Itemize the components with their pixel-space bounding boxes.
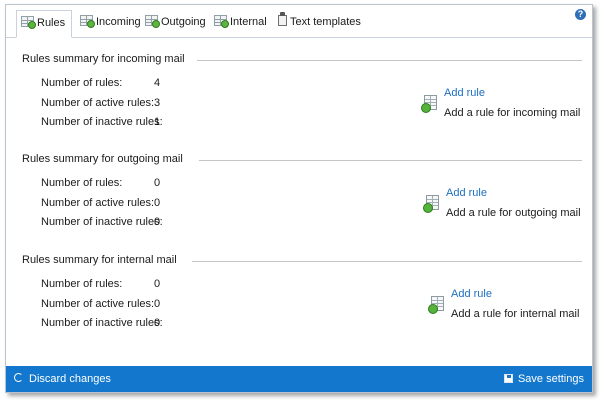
section-title-incoming: Rules summary for incoming mail xyxy=(22,53,185,65)
text-templates-icon xyxy=(278,12,287,26)
add-rule-icon[interactable] xyxy=(423,195,439,213)
internal-icon xyxy=(214,15,229,28)
undo-icon xyxy=(14,373,23,382)
stat-value: 0 xyxy=(154,278,161,290)
save-settings-label: Save settings xyxy=(517,373,584,385)
incoming-icon xyxy=(80,15,95,28)
tab-incoming-label: Incoming xyxy=(96,16,141,28)
rules-settings-window: Rules Incoming Outgoing Internal Text te… xyxy=(5,4,593,393)
add-rule-incoming-link[interactable]: Add rule xyxy=(444,87,485,99)
tab-bar: Rules Incoming Outgoing Internal Text te… xyxy=(6,5,592,38)
save-icon xyxy=(503,374,513,383)
tab-incoming[interactable]: Incoming xyxy=(76,10,147,36)
rules-icon xyxy=(21,16,36,29)
stat-value: 0 xyxy=(154,197,161,209)
stat-value: 1 xyxy=(154,116,161,128)
section-divider xyxy=(192,261,582,262)
stat-label: Number of active rules: xyxy=(41,197,155,209)
section-title-outgoing: Rules summary for outgoing mail xyxy=(22,153,183,165)
stat-label: Number of active rules: xyxy=(41,298,155,310)
add-rule-internal-description: Add a rule for internal mail xyxy=(451,308,580,320)
section-title-internal: Rules summary for internal mail xyxy=(22,254,177,266)
discard-changes-label: Discard changes xyxy=(29,373,111,385)
section-divider xyxy=(199,160,582,161)
tab-rules-label: Rules xyxy=(37,17,66,29)
stat-value: 0 xyxy=(154,177,161,189)
add-rule-icon[interactable] xyxy=(421,95,437,113)
stat-label: Number of rules: xyxy=(41,177,123,189)
stat-label: Number of inactive rules: xyxy=(41,116,163,128)
stat-value: 3 xyxy=(154,97,161,109)
stat-value: 4 xyxy=(154,77,161,89)
stat-value: 0 xyxy=(154,216,161,228)
add-rule-outgoing-link[interactable]: Add rule xyxy=(446,187,487,199)
add-rule-outgoing-description: Add a rule for outgoing mail xyxy=(446,207,581,219)
footer-bar: Discard changes Save settings xyxy=(6,366,592,392)
stat-label: Number of inactive rules: xyxy=(41,216,163,228)
save-settings-button[interactable]: Save settings xyxy=(503,366,584,392)
tab-internal[interactable]: Internal xyxy=(210,10,273,36)
stat-value: 0 xyxy=(154,317,161,329)
add-rule-internal-link[interactable]: Add rule xyxy=(451,288,492,300)
tab-internal-label: Internal xyxy=(230,16,267,28)
add-rule-icon[interactable] xyxy=(428,296,444,314)
discard-changes-button[interactable]: Discard changes xyxy=(14,366,111,392)
stat-label: Number of active rules: xyxy=(41,97,155,109)
section-divider xyxy=(197,60,582,61)
stat-label: Number of rules: xyxy=(41,77,123,89)
help-icon[interactable]: ? xyxy=(575,9,586,20)
outgoing-icon xyxy=(145,15,160,28)
tab-rules[interactable]: Rules xyxy=(16,10,73,38)
stat-value: 0 xyxy=(154,298,161,310)
tab-outgoing-label: Outgoing xyxy=(161,16,206,28)
tab-text-templates[interactable]: Text templates xyxy=(274,10,367,36)
stat-label: Number of inactive rules: xyxy=(41,317,163,329)
tab-outgoing[interactable]: Outgoing xyxy=(141,10,212,36)
stat-label: Number of rules: xyxy=(41,278,123,290)
tab-text-templates-label: Text templates xyxy=(290,16,361,28)
add-rule-incoming-description: Add a rule for incoming mail xyxy=(444,107,581,119)
